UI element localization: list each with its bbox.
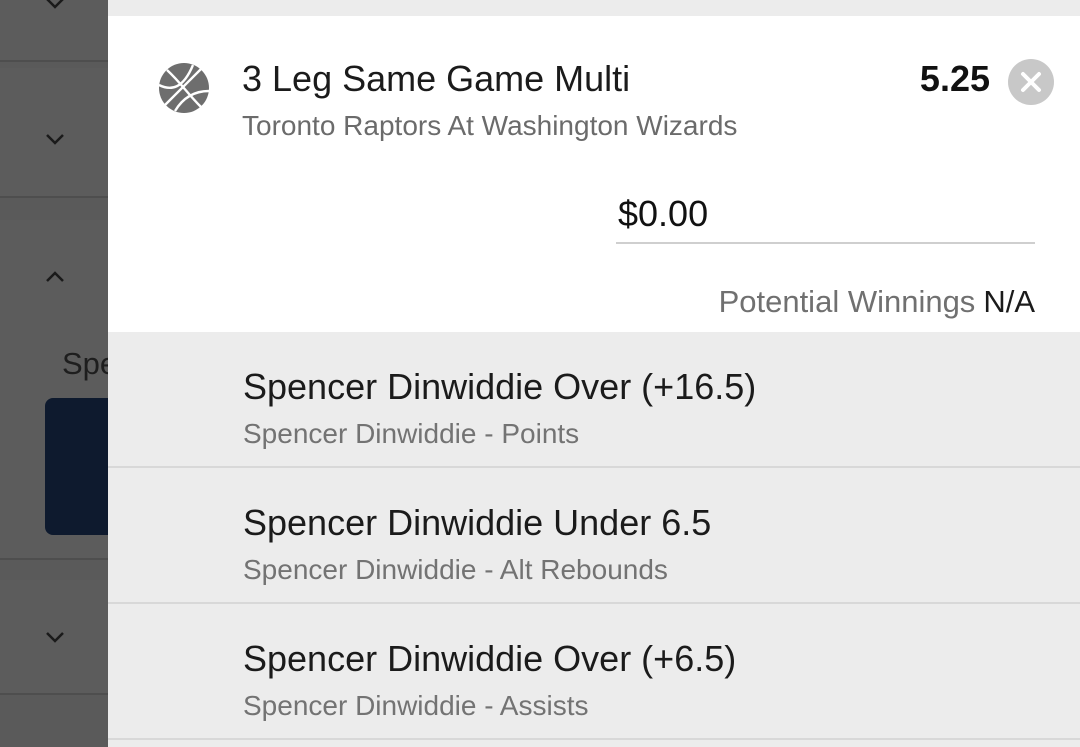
background-page: Spe xyxy=(0,0,125,747)
bet-leg[interactable]: Spencer Dinwiddie Over (+6.5) Spencer Di… xyxy=(108,604,1080,740)
chevron-down-icon[interactable] xyxy=(44,626,66,648)
stake-field xyxy=(616,192,1035,244)
chevron-up-icon[interactable] xyxy=(44,266,66,288)
leg-market: Spencer Dinwiddie - Points xyxy=(243,418,580,449)
basketball-icon xyxy=(157,61,211,115)
potential-winnings-value: N/A xyxy=(983,284,1035,319)
bet-leg[interactable]: Spencer Dinwiddie Over (+16.5) Spencer D… xyxy=(108,332,1080,468)
stake-input[interactable] xyxy=(616,192,1035,236)
leg-selection: Spencer Dinwiddie Over (+16.5) xyxy=(243,366,757,407)
background-row xyxy=(0,580,108,695)
chevron-down-icon[interactable] xyxy=(44,128,66,150)
chevron-down-icon[interactable] xyxy=(44,0,66,14)
bet-odds: 5.25 xyxy=(919,58,990,99)
close-icon xyxy=(1021,72,1041,92)
bet-leg[interactable]: Spencer Dinwiddie Under 6.5 Spencer Dinw… xyxy=(108,468,1080,604)
panel-top-gap xyxy=(108,0,1080,16)
background-row xyxy=(0,68,108,198)
leg-market: Spencer Dinwiddie - Assists xyxy=(243,690,589,721)
remove-bet-button[interactable] xyxy=(1008,59,1054,105)
background-row xyxy=(0,0,108,62)
betslip-panel: 3 Leg Same Game Multi Toronto Raptors At… xyxy=(108,0,1080,747)
leg-market: Spencer Dinwiddie - Alt Rebounds xyxy=(243,554,668,585)
potential-winnings-label: Potential Winnings xyxy=(718,284,976,319)
potential-winnings: Potential Winnings N/A xyxy=(719,284,1035,320)
event-name: Toronto Raptors At Washington Wizards xyxy=(242,110,738,141)
multi-bet-card: 3 Leg Same Game Multi Toronto Raptors At… xyxy=(108,16,1080,332)
leg-selection: Spencer Dinwiddie Over (+6.5) xyxy=(243,638,737,679)
leg-selection: Spencer Dinwiddie Under 6.5 xyxy=(243,502,712,543)
bet-title: 3 Leg Same Game Multi xyxy=(242,58,631,99)
